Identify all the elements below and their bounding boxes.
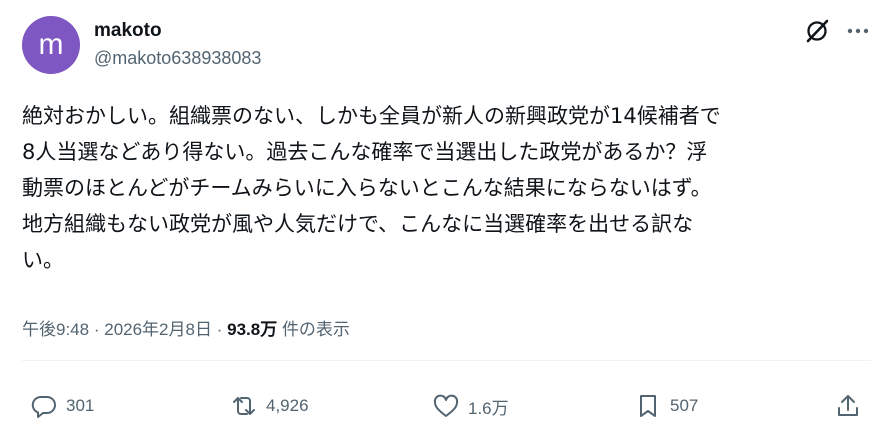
more-icon[interactable]	[845, 20, 871, 42]
bookmark-button[interactable]: 507	[634, 392, 698, 420]
avatar[interactable]: m	[22, 16, 80, 74]
author-handle[interactable]: @makoto638938083	[94, 48, 261, 69]
heart-icon	[433, 394, 459, 417]
share-button[interactable]	[834, 392, 862, 420]
tweet-time[interactable]: 午後9:48	[22, 320, 89, 339]
reply-icon	[31, 395, 56, 418]
author-name[interactable]: makoto	[94, 20, 162, 42]
grok-icon[interactable]	[804, 18, 830, 44]
divider	[22, 360, 871, 361]
reply-button[interactable]: 301	[30, 392, 94, 420]
tweet-date[interactable]: 2026年2月8日	[104, 320, 212, 339]
bookmark-count: 507	[670, 396, 699, 415]
tweet-meta: 午後9:48 · 2026年2月8日 · 93.8万 件の表示	[22, 315, 350, 340]
share-icon	[838, 395, 858, 416]
view-count: 93.8万	[227, 320, 278, 339]
like-count: 1.6万	[468, 398, 509, 418]
reply-count: 301	[66, 396, 95, 415]
avatar-letter: m	[38, 28, 64, 61]
repost-count: 4,926	[266, 396, 309, 415]
meta-separator: ·	[93, 320, 100, 339]
view-count-label: 件の表示	[281, 320, 350, 339]
bookmark-icon	[640, 395, 656, 417]
tweet-text: 絶対おかしい。組織票のない、しかも全員が新人の新興政党が14候補者で 8人当選な…	[22, 104, 721, 272]
repost-icon	[233, 397, 255, 415]
repost-button[interactable]: 4,926	[230, 392, 309, 420]
like-button[interactable]: 1.6万	[432, 392, 509, 420]
meta-separator: ·	[216, 320, 223, 339]
